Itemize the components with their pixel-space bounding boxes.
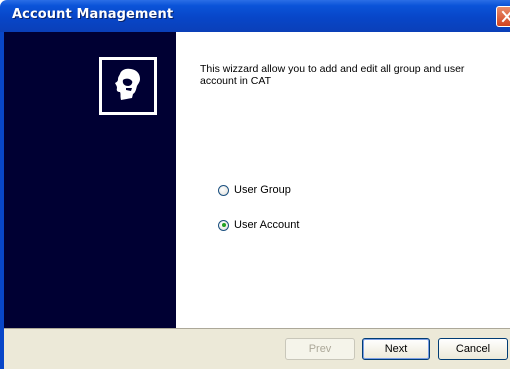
user-group-radio[interactable] [218, 184, 229, 196]
user-group-option[interactable]: User Group [218, 182, 291, 198]
user-account-option[interactable]: User Account [218, 217, 299, 233]
user-account-label: User Account [234, 219, 300, 231]
logo-box [99, 57, 157, 115]
window-title: Account Management [12, 7, 174, 22]
button-bar [4, 328, 510, 369]
title-bar[interactable]: Account Management [0, 0, 510, 32]
user-group-label: User Group [234, 184, 291, 196]
cancel-button[interactable]: Cancel [438, 338, 508, 360]
user-head-logo-icon [115, 68, 140, 100]
prev-button[interactable]: Prev [285, 338, 355, 360]
radio-selected-dot [221, 223, 226, 227]
close-button[interactable] [496, 6, 510, 27]
close-icon [501, 10, 510, 23]
account-management-window: Account Management This wizzard allow yo… [0, 0, 510, 369]
next-button[interactable]: Next [362, 338, 430, 360]
wizard-description: This wizzard allow you to add and edit a… [200, 63, 465, 87]
user-account-radio[interactable] [218, 219, 229, 231]
